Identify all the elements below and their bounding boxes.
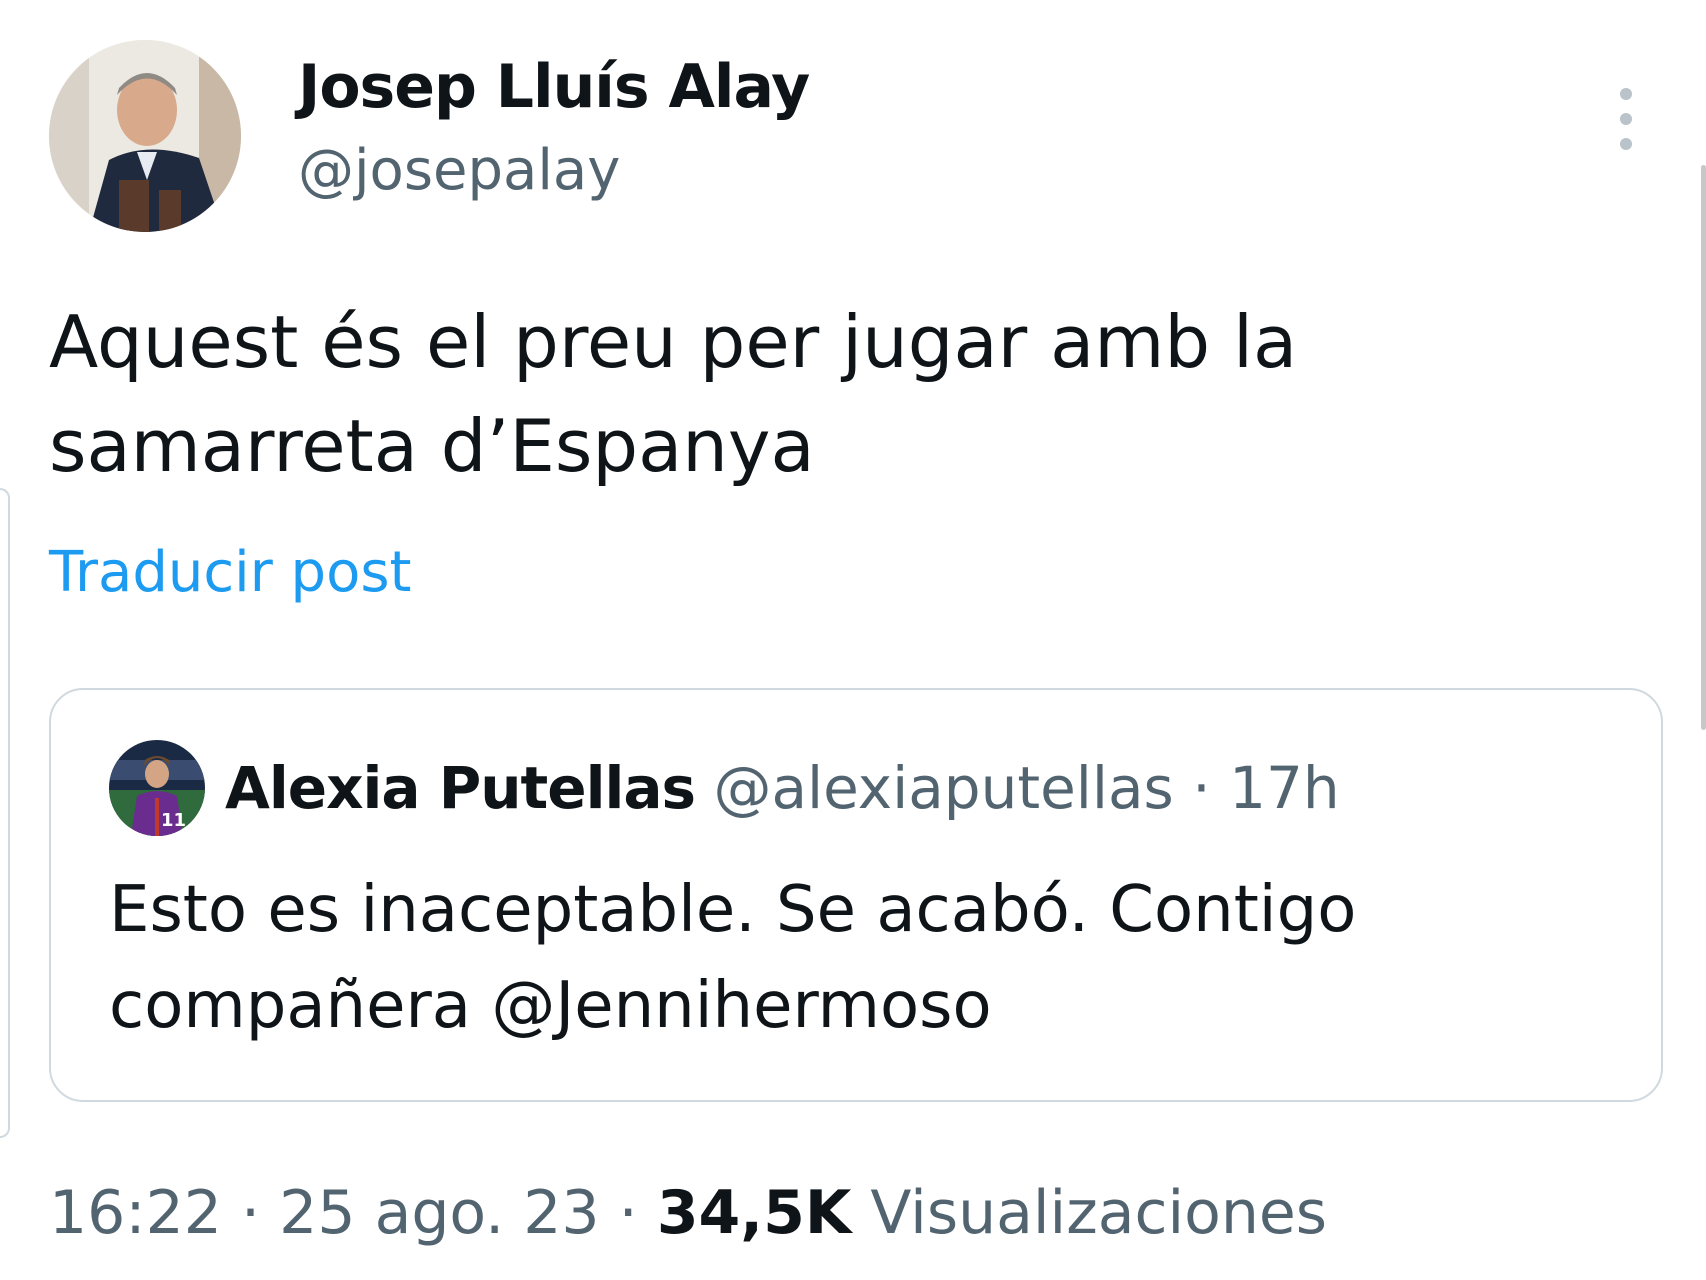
author-avatar[interactable] [49, 40, 241, 232]
separator-dot: · [241, 1178, 261, 1248]
separator-dot: · [1192, 754, 1211, 822]
quoted-author-name[interactable]: Alexia Putellas [225, 754, 696, 822]
views-count[interactable]: 34,5K [657, 1178, 852, 1248]
post-meta: 16:22 · 25 ago. 23 · 34,5K Visualizacion… [49, 1178, 1327, 1248]
quoted-post-text-line: compañera @Jennihermoso [109, 969, 992, 1043]
quoted-post-text: Esto es inaceptable. Se acabó. Contigo c… [109, 862, 1356, 1054]
post-date[interactable]: 25 ago. 23 [279, 1178, 599, 1248]
post-text-line: Aquest és el preu per jugar amb la [49, 300, 1298, 384]
post-text: Aquest és el preu per jugar amb la samar… [49, 290, 1609, 498]
left-edge-thread-line [0, 488, 10, 1138]
post-text-line: samarreta d’Espanya [49, 404, 815, 488]
quoted-author-handle[interactable]: @alexiaputellas [713, 754, 1173, 822]
more-vertical-icon[interactable] [1608, 84, 1644, 154]
author-name[interactable]: Josep Lluís Alay [298, 52, 810, 122]
translate-post-link[interactable]: Traducir post [49, 540, 411, 605]
quoted-post-time[interactable]: 17h [1229, 754, 1340, 822]
quoted-post-header: Alexia Putellas @alexiaputellas · 17h [225, 754, 1340, 822]
svg-text:11: 11 [161, 810, 186, 831]
scrollbar[interactable] [1701, 165, 1706, 730]
separator-dot: · [618, 1178, 638, 1248]
quoted-post-text-line: Esto es inaceptable. Se acabó. Contigo [109, 873, 1357, 947]
post-time[interactable]: 16:22 [49, 1178, 222, 1248]
views-label[interactable]: Visualizaciones [870, 1178, 1327, 1248]
quoted-author-avatar[interactable]: 11 [109, 740, 205, 836]
author-handle[interactable]: @josepalay [298, 138, 620, 203]
quoted-post-card[interactable]: 11 Alexia Putellas @alexiaputellas · 17h… [49, 688, 1663, 1102]
